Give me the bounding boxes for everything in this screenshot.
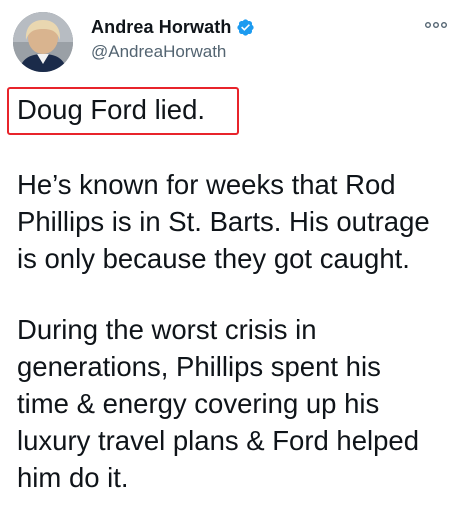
handle[interactable]: @AndreaHorwath [91,42,255,62]
author-info: Andrea Horwath @AndreaHorwath [91,15,255,62]
tweet-paragraph-1: Doug Ford lied. [17,91,205,128]
verified-badge-icon [236,18,255,37]
tweet-line: During the worst crisis in [17,314,317,345]
profile-photo [13,12,73,72]
tweet-card: Andrea Horwath @AndreaHorwath Doug Ford … [0,0,464,507]
tweet-line: generations, Phillips spent his [17,351,381,382]
more-options-icon[interactable] [423,14,449,36]
tweet-line: Doug Ford lied. [17,94,206,125]
display-name[interactable]: Andrea Horwath [91,17,231,38]
tweet-line: He’s known for weeks that Rod [17,169,396,200]
tweet-line: him do it. [17,462,129,493]
tweet-line: time & energy covering up his [17,388,380,419]
tweet-line: is only because they got caught. [17,243,410,274]
tweet-paragraph-2: He’s known for weeks that Rod Phillips i… [17,166,430,277]
name-row: Andrea Horwath [91,15,255,39]
tweet-paragraph-3: During the worst crisis in generations, … [17,311,419,496]
tweet-line: luxury travel plans & Ford helped [17,425,420,456]
tweet-line: Phillips is in St. Barts. His outrage [17,206,430,237]
avatar[interactable] [13,12,73,72]
